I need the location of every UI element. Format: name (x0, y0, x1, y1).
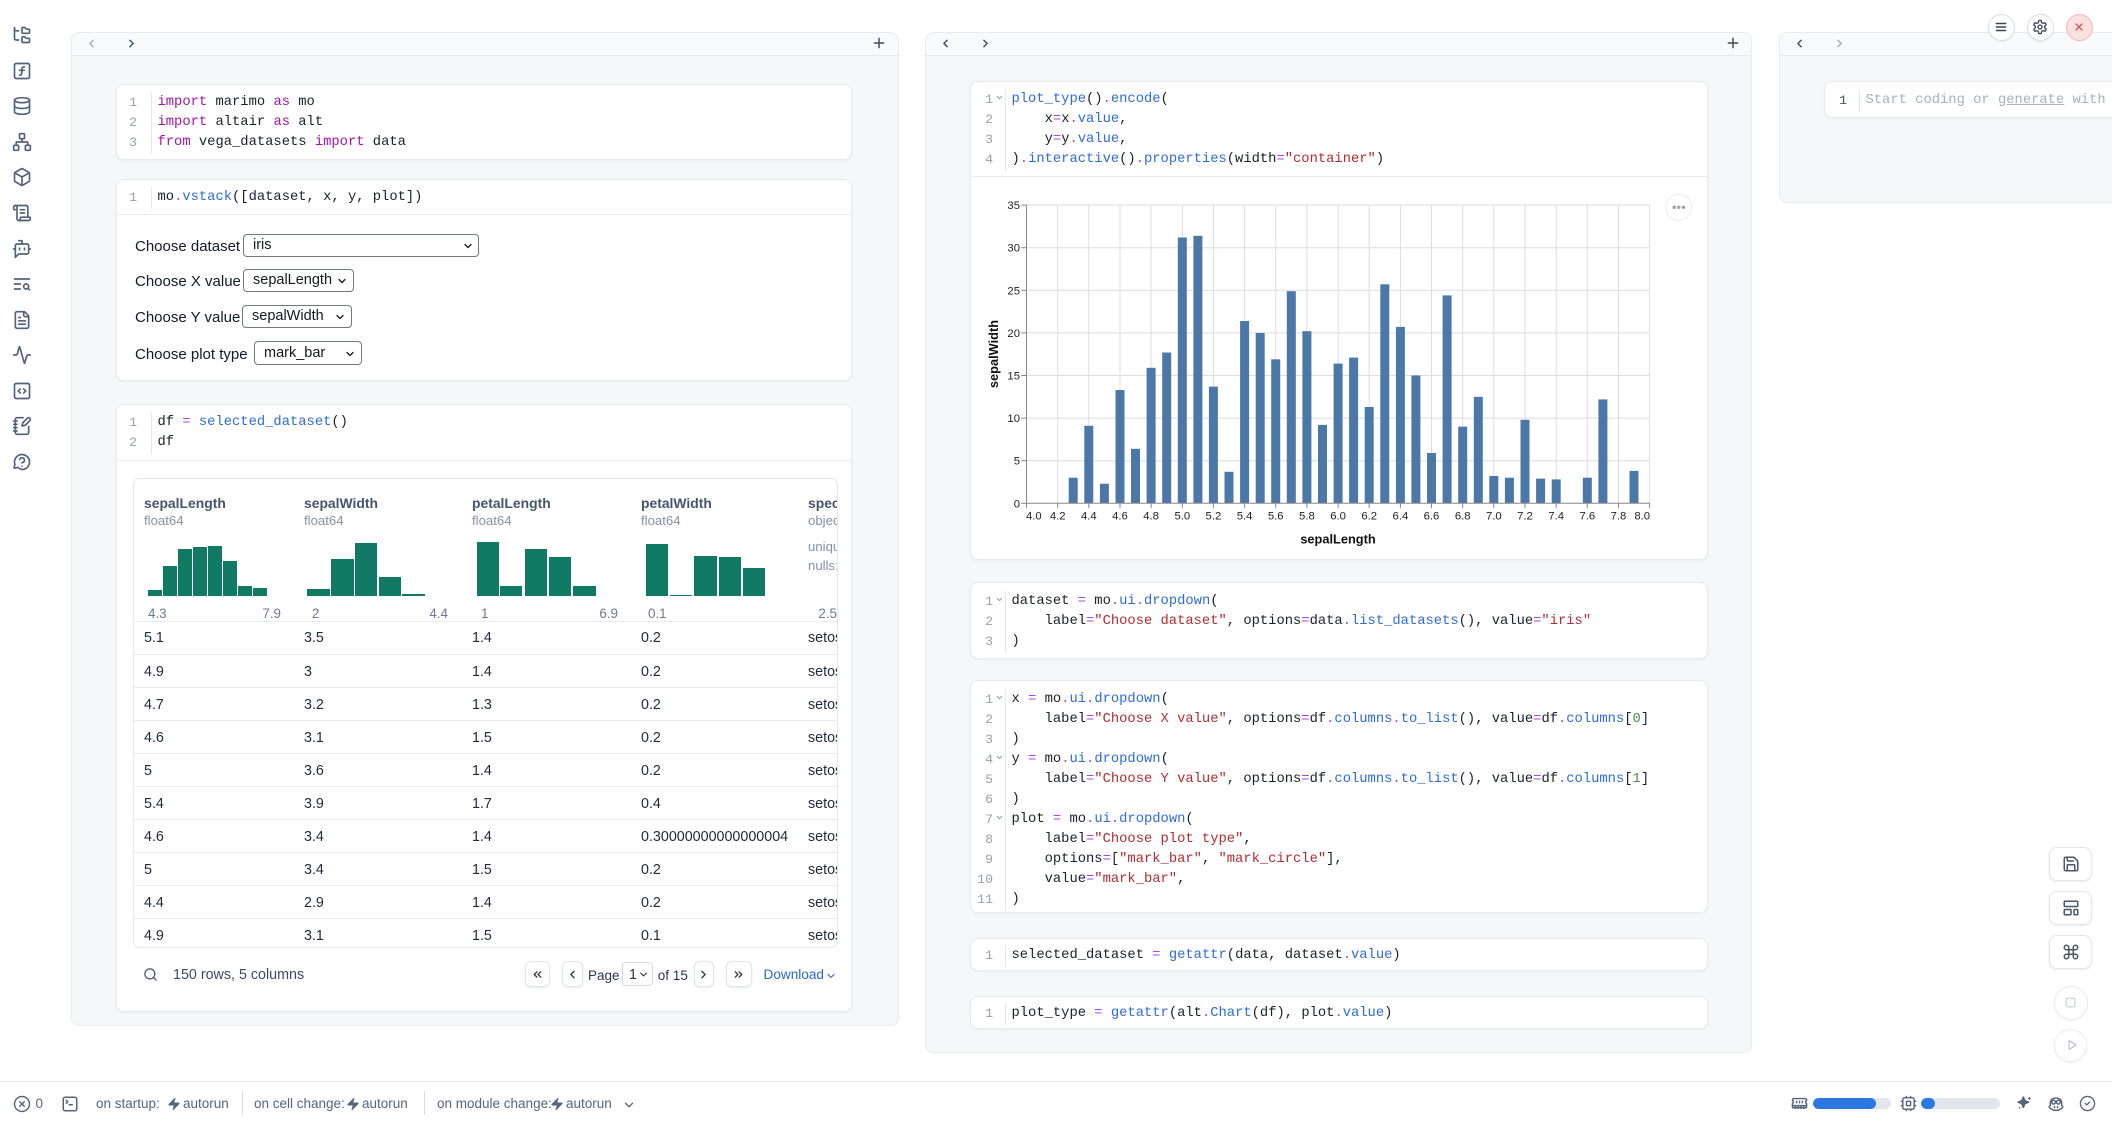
svg-text:35: 35 (1007, 200, 1020, 212)
svg-text:4.0: 4.0 (1026, 511, 1042, 523)
svg-text:6.2: 6.2 (1361, 511, 1377, 523)
svg-text:5.4: 5.4 (1237, 511, 1253, 523)
svg-text:6.0: 6.0 (1330, 511, 1346, 523)
svg-text:7.0: 7.0 (1486, 511, 1502, 523)
svg-text:5.6: 5.6 (1268, 511, 1284, 523)
svg-text:5: 5 (1014, 456, 1020, 468)
svg-text:8.0: 8.0 (1634, 511, 1650, 523)
svg-text:20: 20 (1007, 328, 1020, 340)
svg-text:7.4: 7.4 (1548, 511, 1564, 523)
svg-text:6.6: 6.6 (1424, 511, 1440, 523)
svg-text:5.8: 5.8 (1299, 511, 1315, 523)
svg-text:30: 30 (1007, 243, 1020, 255)
svg-text:sepalLength: sepalLength (1300, 532, 1376, 547)
svg-text:sepalWidth: sepalWidth (986, 320, 1001, 388)
svg-text:4.2: 4.2 (1050, 511, 1066, 523)
svg-text:0: 0 (1014, 498, 1020, 510)
svg-text:5.2: 5.2 (1206, 511, 1222, 523)
svg-text:6.8: 6.8 (1455, 511, 1471, 523)
svg-text:7.6: 7.6 (1579, 511, 1595, 523)
svg-text:25: 25 (1007, 285, 1020, 297)
svg-text:7.8: 7.8 (1611, 511, 1627, 523)
svg-text:5.0: 5.0 (1174, 511, 1190, 523)
svg-text:7.2: 7.2 (1517, 511, 1533, 523)
svg-text:6.4: 6.4 (1393, 511, 1409, 523)
svg-text:4.4: 4.4 (1081, 511, 1097, 523)
svg-text:10: 10 (1007, 413, 1020, 425)
svg-text:4.6: 4.6 (1112, 511, 1128, 523)
svg-text:4.8: 4.8 (1143, 511, 1159, 523)
svg-text:15: 15 (1007, 371, 1020, 383)
